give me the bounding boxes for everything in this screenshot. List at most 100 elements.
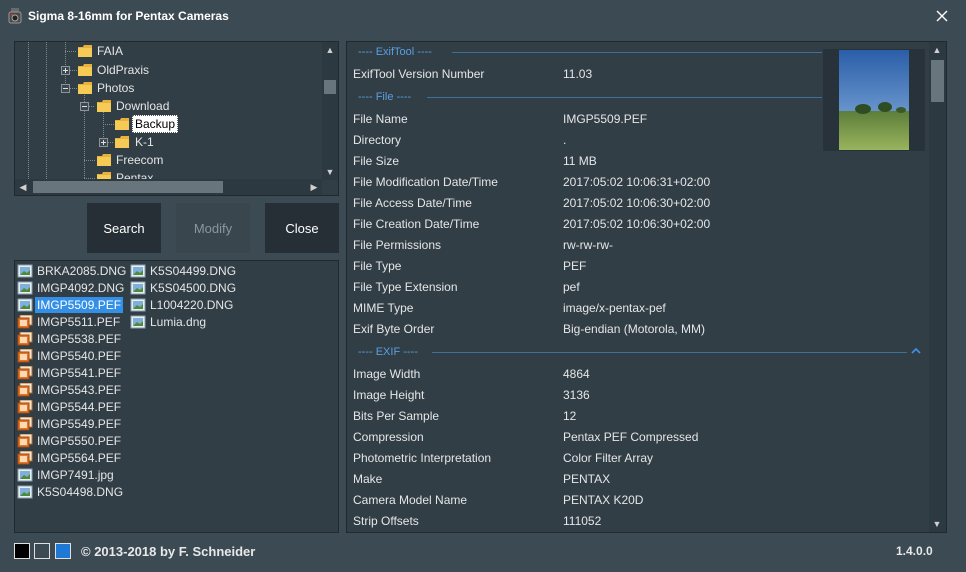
group-header-exiftool[interactable]: ---- ExifTool ---- xyxy=(358,45,432,59)
scroll-left-icon[interactable]: ◀ xyxy=(15,179,31,195)
image-file-icon xyxy=(130,298,146,312)
theme-blue-swatch[interactable] xyxy=(55,543,71,559)
collapse-toggle[interactable] xyxy=(61,84,70,93)
exif-field-value[interactable]: 12 xyxy=(563,409,576,423)
collapse-toggle[interactable] xyxy=(80,102,89,111)
tree-item-k1[interactable]: K-1 xyxy=(133,134,156,150)
exif-field-value[interactable]: PENTAX K20D xyxy=(563,493,643,507)
exif-field-value[interactable]: 3136 xyxy=(563,388,590,402)
exif-field-label: File Type Extension xyxy=(353,280,458,294)
title-bar[interactable]: Sigma 8-16mm for Pentax Cameras xyxy=(0,0,966,32)
scroll-up-icon[interactable]: ▲ xyxy=(929,42,945,58)
file-name: IMGP5544.PEF xyxy=(37,400,122,414)
image-file-icon xyxy=(130,264,146,278)
exif-field-label: File Modification Date/Time xyxy=(353,175,498,189)
file-item[interactable]: IMGP5509.PEF xyxy=(17,297,124,313)
folder-tree[interactable]: FAIA OldPraxis Photos Download Backup K-… xyxy=(14,41,339,196)
exif-field-value[interactable]: pef xyxy=(563,280,580,294)
exif-field-label: File Creation Date/Time xyxy=(353,217,480,231)
scroll-thumb[interactable] xyxy=(931,60,944,102)
file-item[interactable]: IMGP5538.PEF xyxy=(17,331,123,347)
file-item[interactable]: K5S04500.DNG xyxy=(130,280,238,296)
file-name: IMGP4092.DNG xyxy=(37,281,125,295)
exif-vertical-scrollbar[interactable]: ▲ ▼ xyxy=(929,42,946,532)
exif-field-value[interactable]: Pentax PEF Compressed xyxy=(563,430,698,444)
exif-field-value[interactable]: 11.03 xyxy=(563,67,592,81)
tree-item-oldpraxis[interactable]: OldPraxis xyxy=(95,62,151,78)
exif-field-value[interactable]: 4864 xyxy=(563,367,590,381)
group-divider xyxy=(452,52,822,53)
image-file-icon xyxy=(17,468,33,482)
file-item[interactable]: L1004220.DNG xyxy=(130,297,235,313)
window-close-button[interactable] xyxy=(926,0,958,32)
file-name: IMGP5538.PEF xyxy=(37,332,122,346)
image-file-icon xyxy=(17,281,33,295)
tree-item-backup[interactable]: Backup xyxy=(132,115,179,133)
file-item[interactable]: K5S04499.DNG xyxy=(130,263,238,279)
file-item[interactable]: BRKA2085.DNG xyxy=(17,263,128,279)
group-header-file[interactable]: ---- File ---- xyxy=(358,90,411,104)
close-button[interactable]: Close xyxy=(265,203,339,253)
file-item[interactable]: IMGP5544.PEF xyxy=(17,399,123,415)
folder-open-icon xyxy=(78,82,92,94)
file-item[interactable]: K5S04498.DNG xyxy=(17,484,125,500)
scroll-thumb[interactable] xyxy=(324,80,336,94)
group-divider xyxy=(427,97,822,98)
tree-item-download[interactable]: Download xyxy=(114,98,171,114)
image-file-icon xyxy=(17,485,33,499)
file-item[interactable]: Lumia.dng xyxy=(130,314,208,330)
exif-field-value[interactable]: image/x-pentax-pef xyxy=(563,301,666,315)
scroll-up-icon[interactable]: ▲ xyxy=(322,42,338,58)
exif-field-value[interactable]: 11 MB xyxy=(563,154,597,168)
exif-field-value[interactable]: Color Filter Array xyxy=(563,451,653,465)
file-name: IMGP7491.jpg xyxy=(37,468,114,482)
image-file-icon xyxy=(17,264,33,278)
file-item[interactable]: IMGP7491.jpg xyxy=(17,467,116,483)
expand-toggle[interactable] xyxy=(99,138,108,147)
exif-field-value[interactable]: 111052 xyxy=(563,514,601,528)
file-item[interactable]: IMGP4092.DNG xyxy=(17,280,126,296)
exif-field-value[interactable]: rw-rw-rw- xyxy=(563,238,613,252)
exif-field-value[interactable]: Big-endian (Motorola, MM) xyxy=(563,322,705,336)
raw-file-icon xyxy=(17,315,33,329)
exif-field-value[interactable]: PENTAX xyxy=(563,472,610,486)
exif-field-value[interactable]: 2017:05:02 10:06:30+02:00 xyxy=(563,196,710,210)
theme-black-swatch[interactable] xyxy=(14,543,30,559)
folder-icon xyxy=(115,136,129,148)
tree-item-freecom[interactable]: Freecom xyxy=(114,152,165,168)
version-text: 1.4.0.0 xyxy=(896,544,933,558)
scroll-right-icon[interactable]: ▶ xyxy=(306,179,322,195)
file-name: K5S04498.DNG xyxy=(37,485,124,499)
file-item[interactable]: IMGP5550.PEF xyxy=(17,433,123,449)
scroll-thumb[interactable] xyxy=(33,181,223,193)
exif-field-value[interactable]: 2017:05:02 10:06:30+02:00 xyxy=(563,217,710,231)
exif-field-value[interactable]: IMGP5509.PEF xyxy=(563,112,647,126)
expand-toggle[interactable] xyxy=(61,66,70,75)
modify-button[interactable]: Modify xyxy=(176,203,250,253)
group-header-exif[interactable]: ---- EXIF ---- xyxy=(358,345,418,359)
file-list[interactable]: BRKA2085.DNG IMGP4092.DNG IMGP5509.PEF IMGP… xyxy=(14,260,339,533)
tree-item-photos[interactable]: Photos xyxy=(95,80,136,96)
file-item[interactable]: IMGP5511.PEF xyxy=(17,314,122,330)
file-name: IMGP5543.PEF xyxy=(37,383,122,397)
scroll-down-icon[interactable]: ▼ xyxy=(929,516,945,532)
exif-field-value[interactable]: 2017:05:02 10:06:31+02:00 xyxy=(563,175,710,189)
raw-file-icon xyxy=(17,366,33,380)
tree-horizontal-scrollbar[interactable]: ◀ ▶ xyxy=(15,179,322,195)
theme-gray-swatch[interactable] xyxy=(34,543,50,559)
file-item[interactable]: IMGP5540.PEF xyxy=(17,348,123,364)
file-item[interactable]: IMGP5543.PEF xyxy=(17,382,123,398)
tree-item-faia[interactable]: FAIA xyxy=(95,43,125,59)
file-item[interactable]: IMGP5541.PEF xyxy=(17,365,123,381)
exif-field-label: File Size xyxy=(353,154,400,168)
exif-panel[interactable]: ---- ExifTool ---- ---- File ---- ---- E… xyxy=(346,41,947,533)
exif-field-value[interactable]: PEF xyxy=(563,259,586,273)
folder-icon xyxy=(78,64,92,76)
tree-vertical-scrollbar[interactable]: ▲ ▼ xyxy=(322,42,338,180)
file-item[interactable]: IMGP5549.PEF xyxy=(17,416,123,432)
scroll-down-icon[interactable]: ▼ xyxy=(322,164,338,180)
file-item[interactable]: IMGP5564.PEF xyxy=(17,450,123,466)
chevron-up-icon[interactable] xyxy=(910,345,922,357)
search-button[interactable]: Search xyxy=(87,203,161,253)
exif-field-value[interactable]: . xyxy=(563,133,566,147)
